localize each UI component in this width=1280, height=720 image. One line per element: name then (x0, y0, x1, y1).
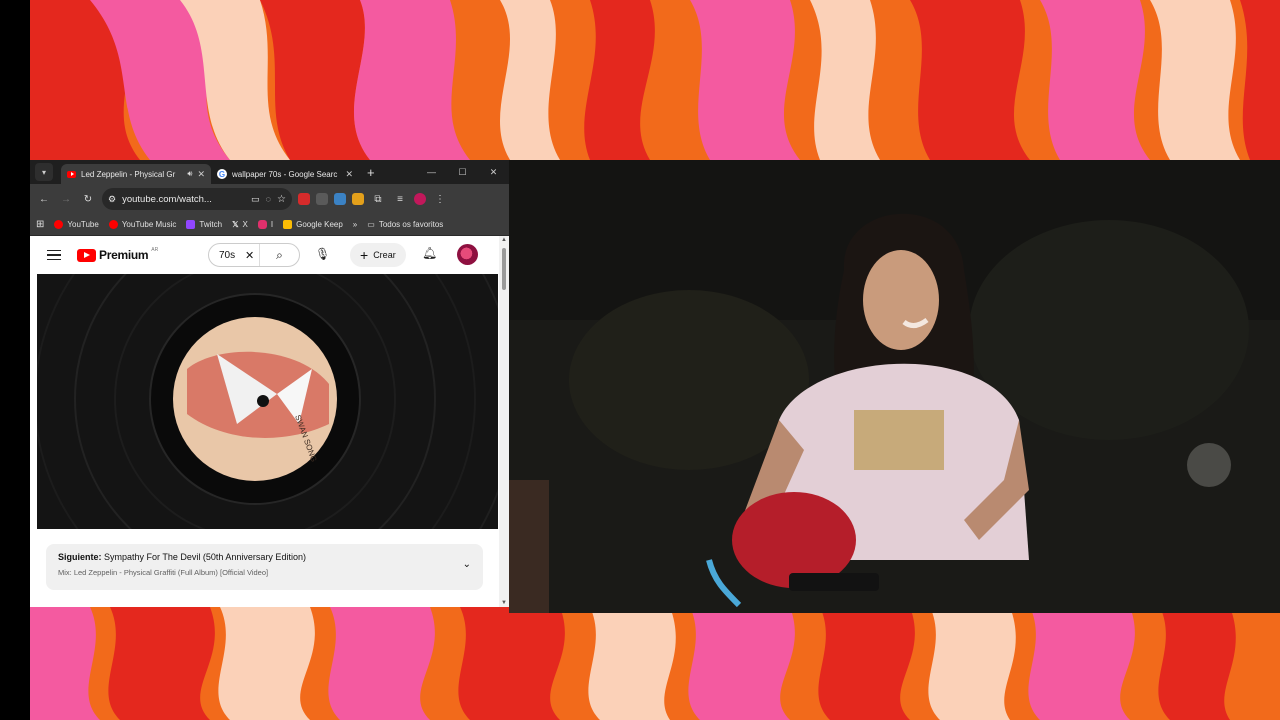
back-arrow-icon[interactable]: ← (36, 191, 52, 207)
video-player[interactable]: SWAN SONG (37, 274, 498, 529)
left-black-bar (0, 0, 30, 720)
create-button[interactable]: + Crear (350, 243, 406, 267)
extensions-puzzle-icon[interactable]: ⧉ (370, 191, 386, 207)
search-input[interactable]: 70s (209, 250, 245, 261)
window-controls: — ☐ ✕ (416, 160, 509, 184)
bookmark-label: Twitch (199, 220, 223, 229)
google-keep-icon (283, 220, 293, 229)
tab-led-zeppelin[interactable]: Led Zeppelin - Physical Gr 🔊︎ ✕ (61, 164, 211, 184)
site-settings-icon[interactable]: ⚙ (108, 194, 116, 205)
search-button[interactable]: ⌕ (259, 244, 299, 266)
plus-icon: + (360, 247, 369, 263)
tab-bar: ▾ Led Zeppelin - Physical Gr 🔊︎ ✕ G wall… (30, 160, 509, 184)
media-controls-icon[interactable]: ≡ (392, 191, 408, 207)
close-tab-icon[interactable]: ✕ (345, 169, 353, 180)
new-tab-button[interactable]: + (367, 165, 375, 180)
profile-avatar-icon[interactable] (414, 193, 426, 205)
youtube-icon (67, 170, 76, 178)
youtube-music-icon (108, 220, 118, 229)
browser-toolbar: ← → ↻ ⚙ youtube.com/watch... ▭ ◌ ☆ ⧉ ≡ ⋮ (30, 184, 509, 214)
bookmark-label: I (270, 220, 274, 229)
reload-icon[interactable]: ↻ (80, 191, 96, 207)
forward-arrow-icon[interactable]: → (58, 191, 74, 207)
speaker-icon[interactable]: 🔊︎ (187, 169, 192, 179)
bookmark-twitch[interactable]: Twitch (186, 220, 222, 229)
brand-text: Premium (99, 248, 149, 262)
bookmark-x[interactable]: 𝕏X (232, 220, 248, 229)
bookmark-label: YouTube Music (121, 220, 177, 229)
close-window-icon[interactable]: ✕ (478, 160, 509, 184)
scroll-down-arrow-icon[interactable]: ▼ (501, 600, 507, 606)
bookmark-instagram[interactable]: I (257, 220, 274, 229)
bookmark-google-keep[interactable]: Google Keep (283, 220, 343, 229)
next-video-title: Sympathy For The Devil (50th Anniversary… (104, 552, 306, 562)
folder-icon: ▭ (367, 220, 375, 229)
search-box[interactable]: 70s ✕ ⌕ (208, 243, 300, 267)
minimize-icon[interactable]: — (416, 160, 447, 184)
maximize-icon[interactable]: ☐ (447, 160, 478, 184)
create-label: Crear (373, 250, 396, 260)
up-next-title-line: Siguiente: Sympathy For The Devil (50th … (58, 552, 471, 562)
extension-shield-icon[interactable] (334, 193, 346, 205)
eye-off-icon[interactable]: ◌ (266, 194, 271, 204)
x-logo-icon: 𝕏 (232, 220, 239, 229)
instagram-icon (257, 220, 267, 229)
webcam-feed (509, 160, 1280, 613)
bookmark-star-icon[interactable]: ☆ (277, 194, 286, 205)
bookmarks-overflow-button[interactable]: » (353, 220, 357, 229)
mix-title: Mix: Led Zeppelin - Physical Graffiti (F… (58, 568, 269, 577)
clear-search-icon[interactable]: ✕ (245, 249, 259, 262)
bookmarks-bar: ⊞ YouTube YouTube Music Twitch 𝕏X I Goog… (30, 214, 509, 236)
hamburger-menu-icon[interactable] (47, 249, 61, 261)
bookmark-label: X (242, 220, 248, 229)
tab-title: Led Zeppelin - Physical Gr (81, 169, 176, 179)
extension-abp-icon[interactable] (298, 193, 310, 205)
bookmark-youtube[interactable]: YouTube (54, 220, 99, 229)
more-menu-icon[interactable]: ⋮ (432, 191, 448, 207)
tab-wallpaper-70s[interactable]: G wallpaper 70s - Google Searc ✕ (211, 164, 359, 184)
extension-keep-icon[interactable] (352, 193, 364, 205)
up-next-card[interactable]: Siguiente: Sympathy For The Devil (50th … (46, 544, 483, 590)
youtube-header: Premium AR 70s ✕ ⌕ 🎙︎ + Crear 🔔︎ (30, 236, 509, 274)
all-bookmarks-label: Todos os favoritos (378, 220, 444, 229)
youtube-premium-logo[interactable]: Premium AR (77, 247, 159, 262)
extension-mail-icon[interactable] (316, 193, 328, 205)
bookmark-label: YouTube (67, 220, 99, 229)
tab-title: wallpaper 70s - Google Searc (232, 169, 338, 179)
youtube-play-icon (77, 248, 96, 262)
country-code: AR (151, 247, 159, 253)
chevron-down-icon: ▾ (41, 167, 46, 177)
apps-grid-icon[interactable]: ⊞ (36, 219, 44, 230)
page-scrollbar[interactable]: ▲ ▼ (499, 236, 509, 607)
bookmark-label: Google Keep (296, 220, 343, 229)
youtube-page: Premium AR 70s ✕ ⌕ 🎙︎ + Crear 🔔︎ SWAN SO… (30, 236, 509, 607)
microphone-icon[interactable]: 🎙︎ (315, 247, 330, 261)
all-bookmarks-folder[interactable]: ▭ Todos os favoritos (367, 220, 443, 229)
browser-window: ▾ Led Zeppelin - Physical Gr 🔊︎ ✕ G wall… (30, 160, 509, 607)
next-label: Siguiente: (58, 552, 102, 562)
search-icon: ⌕ (276, 247, 283, 262)
scroll-up-arrow-icon[interactable]: ▲ (501, 237, 507, 243)
bookmark-youtube-music[interactable]: YouTube Music (108, 220, 177, 229)
notifications-bell-icon[interactable]: 🔔︎ (422, 246, 437, 260)
twitch-icon (186, 220, 196, 229)
chevron-down-icon[interactable]: ⌄ (463, 559, 471, 570)
account-avatar[interactable] (457, 244, 478, 265)
url-text: youtube.com/watch... (122, 193, 212, 205)
google-icon: G (217, 169, 227, 179)
address-bar[interactable]: ⚙ youtube.com/watch... ▭ ◌ ☆ (102, 188, 292, 210)
cast-icon[interactable]: ▭ (251, 194, 260, 205)
tab-search-button[interactable]: ▾ (35, 163, 53, 181)
youtube-icon (54, 220, 64, 229)
scrollbar-thumb[interactable] (502, 248, 506, 290)
close-tab-icon[interactable]: ✕ (197, 169, 205, 180)
